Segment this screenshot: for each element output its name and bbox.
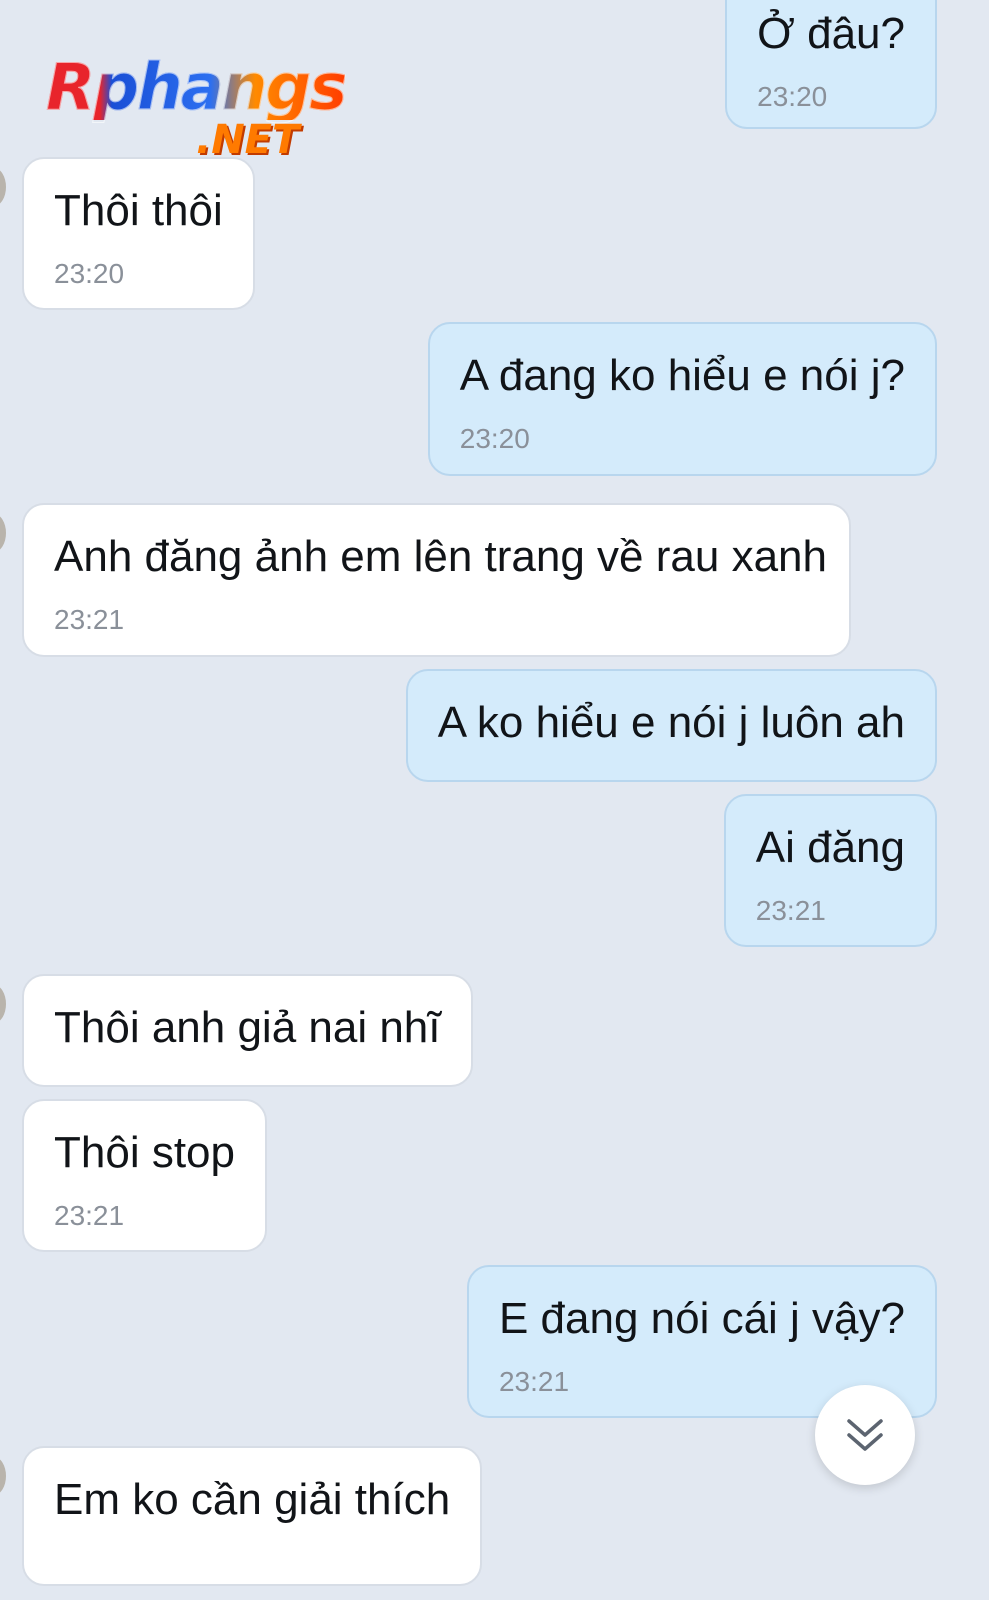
message-incoming[interactable]: Anh đăng ảnh em lên trang về rau xanh 23…	[22, 503, 851, 657]
message-text: Thôi stop	[54, 1128, 235, 1177]
avatar	[0, 168, 6, 206]
message-incoming[interactable]: Thôi stop 23:21	[22, 1099, 267, 1252]
message-incoming[interactable]: Em ko cần giải thích	[22, 1446, 483, 1586]
message-time: 23:21	[54, 1200, 125, 1231]
message-text: Anh đăng ảnh em lên trang về rau xanh	[54, 532, 827, 581]
message-text: A đang ko hiểu e nói j?	[459, 351, 905, 400]
message-outgoing[interactable]: A đang ko hiểu e nói j? 23:20	[427, 322, 937, 476]
message-outgoing[interactable]: A ko hiểu e nói j luôn ah	[405, 669, 937, 782]
message-time: 23:20	[757, 81, 828, 112]
message-time: 23:20	[459, 423, 530, 454]
chat-thread: Ở đâu? 23:20 Rphangs .NET Thôi thôi 23:2…	[0, 0, 989, 1600]
logo-wordmark: Rphangs	[45, 51, 347, 125]
message-text: Thôi anh giả nai nhĩ	[54, 1003, 441, 1052]
message-text: A ko hiểu e nói j luôn ah	[437, 698, 905, 747]
message-time: 23:21	[755, 895, 826, 926]
message-incoming[interactable]: Thôi thôi 23:20	[22, 157, 255, 310]
avatar	[0, 985, 6, 1023]
site-logo: Rphangs .NET	[45, 51, 347, 166]
message-incoming[interactable]: Thôi anh giả nai nhĩ	[22, 974, 473, 1087]
message-outgoing[interactable]: Ai đăng 23:21	[723, 794, 937, 947]
message-time: 23:21	[54, 604, 125, 635]
avatar	[0, 514, 6, 552]
message-text: Em ko cần giải thích	[54, 1475, 451, 1524]
double-chevron-down-icon	[847, 1419, 883, 1451]
message-text: Ai đăng	[755, 823, 905, 872]
avatar	[0, 1457, 6, 1495]
message-text: Ở đâu?	[757, 9, 905, 58]
message-text: Thôi thôi	[54, 186, 223, 235]
message-time: 23:20	[54, 258, 125, 289]
logo-suffix: .NET	[196, 117, 300, 163]
scroll-to-bottom-button[interactable]	[815, 1385, 915, 1485]
message-text: E đang nói cái j vậy?	[498, 1294, 905, 1343]
message-outgoing[interactable]: Ở đâu? 23:20	[725, 0, 937, 129]
